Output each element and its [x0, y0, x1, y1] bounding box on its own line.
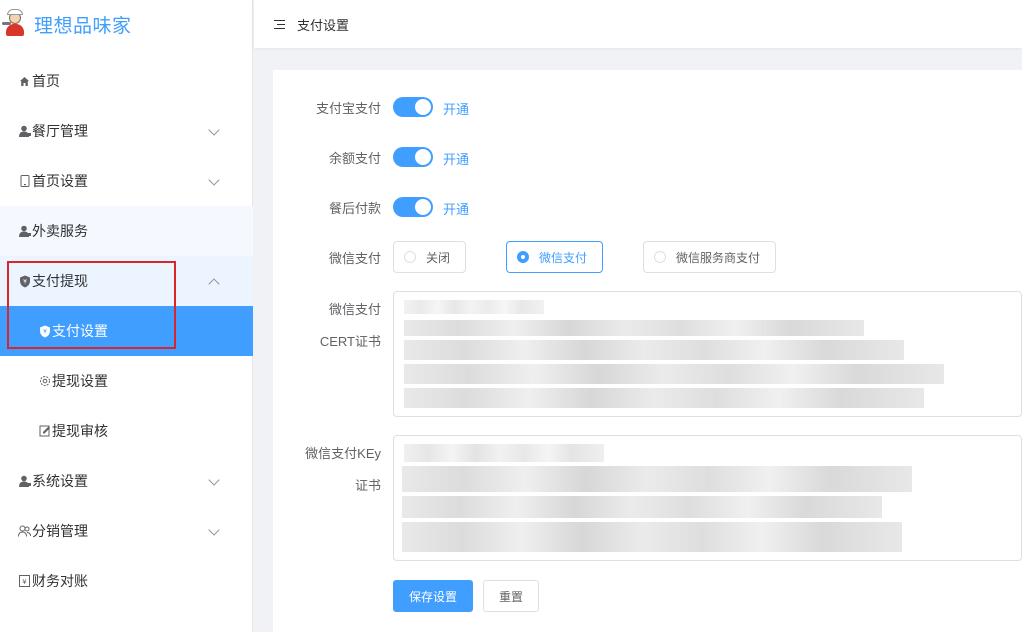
- brand[interactable]: 理想品味家: [0, 0, 252, 48]
- shield-icon: ¥: [38, 325, 51, 338]
- top-bar: 支付设置: [254, 0, 1022, 48]
- sidebar-item-label: 提现审核: [52, 423, 108, 439]
- wechat-option-close[interactable]: 关闭: [393, 241, 466, 273]
- users-icon: [18, 525, 31, 538]
- user-icon: [18, 475, 31, 488]
- after-meal-switch[interactable]: [393, 197, 433, 217]
- sidebar-item-distribution[interactable]: 分销管理: [0, 506, 253, 556]
- key-label-line1: 微信支付KEy: [305, 446, 381, 461]
- edit-icon: [38, 425, 51, 438]
- radio-label: 关闭: [426, 250, 451, 265]
- sidebar-item-finance[interactable]: ¥ 财务对账: [0, 556, 253, 606]
- cert-label-line1: 微信支付: [328, 302, 381, 317]
- key-label-line2: 证书: [354, 478, 381, 493]
- menu-toggle-icon[interactable]: [274, 19, 285, 29]
- sidebar-item-home-settings[interactable]: 首页设置: [0, 156, 253, 206]
- wechat-option-wechat-pay[interactable]: 微信支付: [506, 241, 603, 273]
- chevron-down-icon: [208, 474, 220, 486]
- payment-settings-form: 支付宝支付 开通 余额支付 开通 餐后付款 开通 微信支付 关闭 微信支付 微信…: [273, 70, 1022, 632]
- sidebar-item-restaurant[interactable]: 餐厅管理: [0, 106, 253, 156]
- settings-icon: [38, 375, 51, 388]
- svg-text:¥: ¥: [23, 278, 27, 285]
- sidebar-item-label: 餐厅管理: [32, 123, 88, 139]
- wechat-option-provider-pay[interactable]: 微信服务商支付: [643, 241, 776, 273]
- sidebar-item-label: 支付设置: [52, 323, 108, 339]
- alipay-switch[interactable]: [393, 97, 433, 117]
- balance-switch[interactable]: [393, 147, 433, 167]
- breadcrumb: 支付设置: [297, 17, 350, 33]
- alipay-status: 开通: [443, 102, 470, 117]
- save-button[interactable]: 保存设置: [393, 580, 473, 612]
- ledger-icon: ¥: [18, 575, 31, 588]
- sidebar-item-takeout[interactable]: 外卖服务: [0, 206, 253, 256]
- radio-icon: [654, 251, 666, 263]
- alipay-label: 支付宝支付: [315, 101, 381, 116]
- chevron-down-icon: [208, 524, 220, 536]
- after-meal-status: 开通: [443, 202, 470, 217]
- user-icon: [18, 125, 31, 138]
- wechat-label: 微信支付: [328, 251, 381, 266]
- sidebar-item-label: 首页设置: [32, 173, 88, 189]
- phone-icon: [18, 175, 31, 188]
- svg-text:¥: ¥: [43, 328, 47, 335]
- svg-text:¥: ¥: [22, 578, 27, 586]
- home-icon: [18, 75, 31, 88]
- sidebar-item-label: 系统设置: [32, 473, 88, 489]
- chevron-up-icon: [208, 278, 220, 290]
- radio-label: 微信支付: [539, 250, 588, 265]
- sidebar-item-withdraw-settings[interactable]: 提现设置: [0, 356, 253, 406]
- sidebar-item-label: 支付提现: [32, 273, 88, 289]
- sidebar-item-label: 外卖服务: [32, 223, 88, 239]
- sidebar-item-label: 分销管理: [32, 523, 88, 539]
- sidebar-item-withdraw-review[interactable]: 提现审核: [0, 406, 253, 456]
- key-textarea[interactable]: [393, 435, 1022, 561]
- sidebar: 理想品味家 首页 餐厅管理 首页设置 外卖服务 ¥ 支付提现 ¥ 支付设置 提现…: [0, 0, 253, 632]
- reset-button[interactable]: 重置: [483, 580, 539, 612]
- chevron-down-icon: [208, 124, 220, 136]
- radio-checked-icon: [517, 251, 529, 263]
- chef-logo-icon: [2, 9, 28, 37]
- chevron-down-icon: [208, 174, 220, 186]
- sidebar-item-system-settings[interactable]: 系统设置: [0, 456, 253, 506]
- balance-label: 余额支付: [328, 151, 381, 166]
- cert-label-line2: CERT证书: [319, 334, 381, 349]
- balance-status: 开通: [443, 152, 470, 167]
- sidebar-item-label: 提现设置: [52, 373, 108, 389]
- radio-icon: [404, 251, 416, 263]
- sidebar-menu: 首页 餐厅管理 首页设置 外卖服务 ¥ 支付提现 ¥ 支付设置 提现设置 提现审…: [0, 56, 253, 606]
- shield-icon: ¥: [18, 275, 31, 288]
- sidebar-item-payment-settings[interactable]: ¥ 支付设置: [0, 306, 253, 356]
- sidebar-item-label: 首页: [32, 73, 60, 89]
- after-meal-label: 餐后付款: [328, 201, 381, 216]
- sidebar-item-payment-withdraw[interactable]: ¥ 支付提现: [0, 256, 253, 306]
- sidebar-item-label: 财务对账: [32, 573, 88, 589]
- cert-textarea[interactable]: [393, 291, 1022, 417]
- user-icon: [18, 225, 31, 238]
- sidebar-item-home[interactable]: 首页: [0, 56, 253, 106]
- brand-title: 理想品味家: [34, 15, 132, 37]
- radio-label: 微信服务商支付: [676, 250, 761, 265]
